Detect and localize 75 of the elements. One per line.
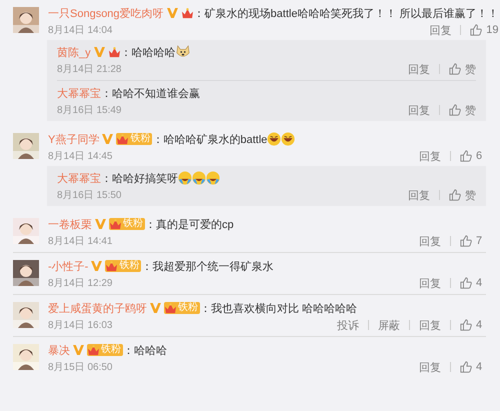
reply-time: 8月14日 21:28 [57, 63, 122, 76]
like-count: 7 [476, 235, 484, 247]
user-name[interactable]: -小性子- [48, 258, 88, 274]
user-name[interactable]: Y燕子同学 [48, 132, 100, 146]
fan-badge: 铁粉 [164, 302, 200, 314]
thumbs-up-icon[interactable] [449, 63, 461, 75]
like-label[interactable]: 赞 [465, 62, 476, 76]
action-link[interactable]: 回复 [419, 148, 441, 164]
action-link[interactable]: 回复 [408, 188, 430, 202]
like-count: 4 [476, 319, 484, 331]
fan-badge [108, 46, 121, 58]
action-link[interactable]: 回复 [429, 22, 452, 38]
reply-text: ：哈哈不知道谁会赢 [101, 86, 200, 100]
comment-time: 8月14日 12:29 [48, 277, 112, 290]
thumbs-up-icon[interactable] [449, 189, 461, 201]
user-name[interactable]: 爱上咸蛋黄的子鸥呀 [48, 300, 147, 316]
user-name[interactable]: 茵陈_y [57, 44, 91, 60]
action-link[interactable]: 回复 [419, 234, 441, 248]
comment-text: ：矿泉水的现场battle哈哈哈笑死我了！！ 所以最后谁赢了！！ [194, 6, 499, 20]
like-count: 6 [476, 150, 484, 162]
reply-time: 8月16日 15:49 [57, 104, 122, 117]
thumbs-up-icon[interactable] [460, 319, 472, 331]
comment-text: ：哈哈哈矿泉水的battle [152, 132, 268, 146]
verified-icon [73, 345, 84, 355]
fan-badge [180, 7, 194, 19]
user-name[interactable]: 大幂幂宝 [57, 86, 101, 100]
verified-icon [166, 8, 178, 18]
fan-badge: 铁粉 [116, 133, 152, 145]
like-count: 19 [486, 24, 499, 36]
fan-badge: 铁粉 [87, 344, 123, 356]
thumbs-up-icon[interactable] [460, 150, 472, 162]
verified-icon [102, 134, 114, 144]
comment-text: ：我超爱那个统一得矿泉水 [141, 260, 274, 274]
verified-icon [150, 303, 161, 313]
comment-text: ：哈哈哈 [123, 344, 167, 358]
action-link[interactable]: 回复 [408, 102, 430, 118]
comment-time: 8月15日 06:50 [48, 361, 112, 374]
crying-face-icon [206, 171, 220, 185]
dog-face-icon [176, 45, 190, 59]
action-link[interactable]: 回复 [408, 62, 430, 76]
user-name[interactable]: 一只Songsong爱吃肉呀 [48, 6, 164, 20]
comment-text: ：我也喜欢横向对比 哈哈哈哈哈 [200, 302, 358, 316]
thumbs-up-icon[interactable] [460, 277, 472, 289]
verified-icon [91, 261, 102, 271]
verified-icon [95, 219, 106, 229]
action-link[interactable]: 投诉 [337, 318, 359, 332]
fan-badge: 铁粉 [109, 218, 145, 230]
comment-time: 8月14日 14:41 [48, 235, 112, 248]
thumbs-up-icon[interactable] [470, 24, 482, 36]
action-link[interactable]: 屏蔽 [378, 318, 400, 332]
fan-badge: 铁粉 [105, 260, 142, 272]
thumbs-up-icon[interactable] [460, 235, 472, 247]
crying-face-icon [178, 171, 192, 185]
comment-text: ：真的是可爱的cp [145, 218, 234, 232]
action-link[interactable]: 回复 [419, 318, 441, 332]
like-label[interactable]: 赞 [465, 102, 476, 118]
laughing-face-icon [267, 132, 282, 146]
user-name[interactable]: 暴决 [48, 342, 70, 358]
like-count: 4 [476, 361, 484, 373]
comment-time: 8月14日 14:04 [48, 24, 112, 37]
like-count: 4 [476, 277, 484, 289]
action-link[interactable]: 回复 [419, 360, 441, 374]
laughing-face-icon [281, 132, 296, 146]
action-link[interactable]: 回复 [419, 276, 441, 290]
crying-face-icon [192, 171, 206, 185]
reply-text: ：哈哈好搞笑呀 [101, 172, 178, 186]
reply-time: 8月16日 15:50 [57, 189, 122, 202]
user-name[interactable]: 大幂幂宝 [57, 170, 101, 186]
comment-time: 8月14日 16:03 [48, 319, 112, 332]
like-label[interactable]: 赞 [465, 188, 476, 202]
reply-text: ：哈哈哈哈 [120, 46, 176, 60]
thumbs-up-icon[interactable] [460, 361, 472, 373]
thumbs-up-icon[interactable] [449, 104, 461, 116]
comment-time: 8月14日 14:45 [48, 150, 112, 163]
user-name[interactable]: 一卷板栗 [48, 216, 92, 232]
